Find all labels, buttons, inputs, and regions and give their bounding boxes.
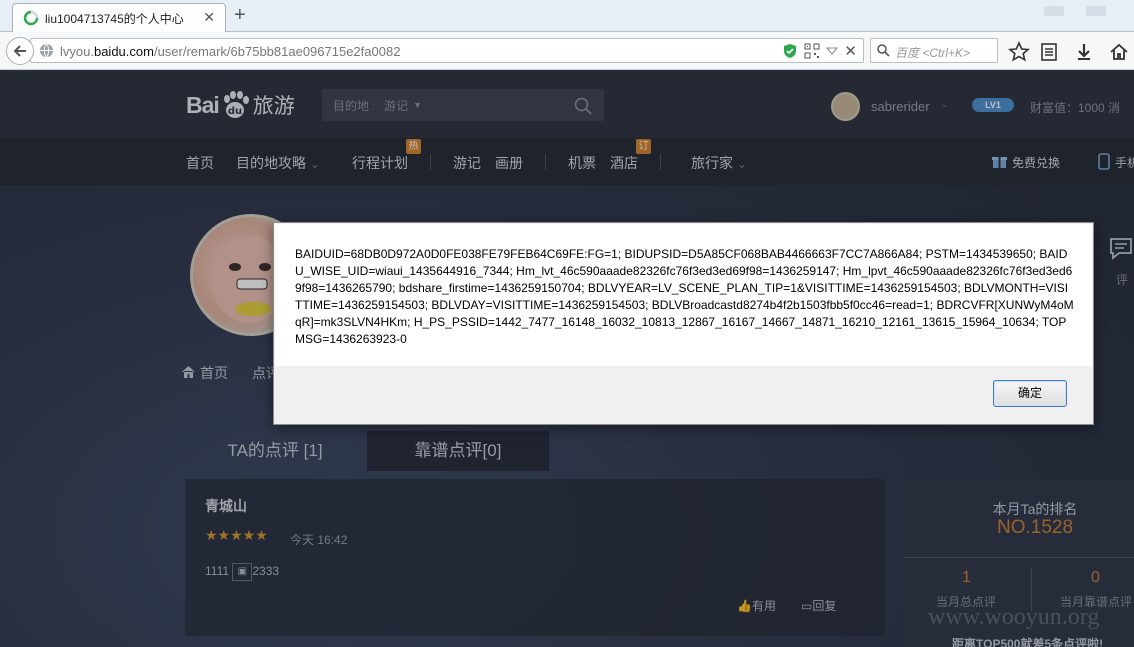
browser-titlebar: liu1004713745的个人中心 ✕ +	[0, 0, 1134, 32]
back-arrow-icon	[13, 45, 26, 57]
home-icon[interactable]	[1108, 41, 1130, 63]
qr-code-icon[interactable]	[804, 43, 820, 59]
dialog-message: BAIDUID=68DB0D972A0D0FE038FE79FEB64C69FE…	[295, 247, 1074, 346]
loading-spinner-icon	[23, 10, 39, 26]
url-actions: ✕	[782, 42, 857, 60]
ok-button[interactable]: 确定	[993, 380, 1067, 407]
star-bookmark-icon[interactable]	[1008, 41, 1030, 63]
browser-tab[interactable]: liu1004713745的个人中心 ✕	[12, 3, 226, 32]
download-icon[interactable]	[1073, 41, 1095, 63]
search-icon	[877, 44, 890, 57]
back-button[interactable]	[6, 37, 34, 65]
search-placeholder: 百度 <Ctrl+K>	[895, 46, 971, 60]
shield-check-icon[interactable]	[782, 43, 798, 59]
tab-close-icon[interactable]: ✕	[203, 9, 215, 26]
new-tab-icon[interactable]: +	[234, 4, 246, 26]
stop-icon[interactable]: ✕	[844, 42, 857, 60]
browser-search-input[interactable]: 百度 <Ctrl+K>	[870, 38, 998, 63]
minimize-icon[interactable]	[1044, 6, 1064, 16]
globe-icon	[39, 43, 54, 58]
browser-navbar: lvyou.baidu.com/user/remark/6b75bb81ae09…	[0, 32, 1134, 70]
tab-title: liu1004713745的个人中心	[45, 12, 184, 26]
address-bar[interactable]: lvyou.baidu.com/user/remark/6b75bb81ae09…	[30, 38, 864, 63]
reading-list-icon[interactable]	[1038, 41, 1060, 63]
url-text: lvyou.baidu.com/user/remark/6b75bb81ae09…	[60, 44, 401, 59]
maximize-icon[interactable]	[1086, 6, 1106, 16]
dialog-body: BAIDUID=68DB0D972A0D0FE038FE79FEB64C69FE…	[275, 224, 1092, 366]
dropdown-arrow-icon[interactable]	[826, 45, 839, 57]
alert-dialog: BAIDUID=68DB0D972A0D0FE038FE79FEB64C69FE…	[273, 222, 1094, 425]
